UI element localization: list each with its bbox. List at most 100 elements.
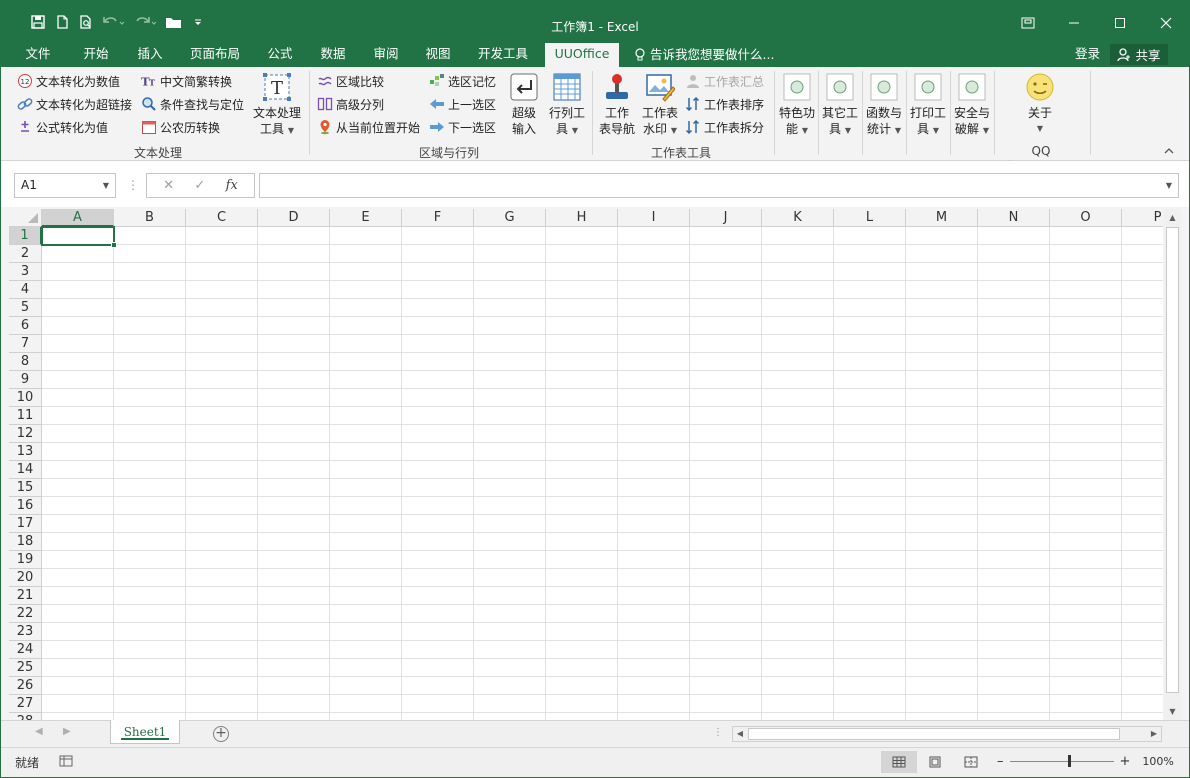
tab-view[interactable]: 视图 [415,43,461,67]
select-all-button[interactable] [9,209,42,227]
collapse-ribbon-icon[interactable] [1163,145,1175,157]
row-header-6[interactable]: 6 [9,317,42,335]
next-sheet-icon[interactable]: ▶ [63,726,71,737]
special-features-button[interactable]: 特色功 能 ▼ [777,71,817,139]
about-button[interactable]: 关于 ▼ [1019,71,1061,137]
print-tools-button[interactable]: 打印工 具 ▼ [908,71,948,139]
add-sheet-icon[interactable]: + [213,726,229,742]
formula-input[interactable]: ▼ [259,173,1179,198]
horizontal-scrollbar[interactable]: ◀ ▶ [732,726,1162,742]
tab-split-grip-icon[interactable]: ⋮ [713,727,723,738]
range-compare-button[interactable]: 区域比较 [317,71,384,91]
name-box-dropdown-icon[interactable]: ▼ [103,174,109,197]
row-header-15[interactable]: 15 [9,479,42,497]
zoom-in-icon[interactable]: + [1120,754,1131,769]
column-header-i[interactable]: I [618,209,690,227]
zoom-out-icon[interactable]: – [997,754,1004,769]
login-link[interactable]: 登录 [1075,43,1100,65]
other-tools-button[interactable]: 其它工 具 ▼ [820,71,860,139]
tab-uuoffice[interactable]: UUOffice [545,43,619,67]
tab-insert[interactable]: 插入 [127,43,173,67]
horizontal-scroll-thumb[interactable] [748,728,1120,740]
conditional-find-button[interactable]: 条件查找与定位 [141,94,244,114]
scroll-down-icon[interactable]: ▼ [1164,703,1181,720]
column-header-b[interactable]: B [114,209,186,227]
column-header-c[interactable]: C [186,209,258,227]
row-header-10[interactable]: 10 [9,389,42,407]
cell-area[interactable] [42,227,1163,720]
share-button[interactable]: 共享 [1110,44,1168,65]
tab-developer[interactable]: 开发工具 [471,43,535,67]
row-header-4[interactable]: 4 [9,281,42,299]
zoom-slider-knob[interactable] [1067,754,1071,767]
row-header-25[interactable]: 25 [9,659,42,677]
formula-to-value-button[interactable]: 公式转化为值 [17,117,108,137]
row-header-23[interactable]: 23 [9,623,42,641]
vertical-scroll-thumb[interactable] [1166,227,1179,693]
row-header-17[interactable]: 17 [9,515,42,533]
name-box[interactable]: A1 ▼ [14,173,116,198]
row-header-2[interactable]: 2 [9,245,42,263]
tell-me-search[interactable]: 告诉我您想要做什么... [634,43,774,67]
expand-formula-bar-icon[interactable]: ▼ [1166,181,1172,190]
vertical-scrollbar[interactable]: ▲ ▼ [1164,209,1181,720]
row-column-tools-button[interactable]: 行列工 具 ▼ [546,71,588,139]
tab-page-layout[interactable]: 页面布局 [183,43,247,67]
column-header-n[interactable]: N [978,209,1050,227]
start-from-current-button[interactable]: 从当前位置开始 [317,117,420,137]
row-header-13[interactable]: 13 [9,443,42,461]
selection-memory-button[interactable]: 选区记忆 [429,71,496,91]
page-layout-view-icon[interactable] [917,751,953,773]
previous-selection-button[interactable]: 上一选区 [429,94,496,114]
text-to-number-button[interactable]: 12 文本转化为数值 [17,71,120,91]
tab-formulas[interactable]: 公式 [257,43,303,67]
row-header-24[interactable]: 24 [9,641,42,659]
sheet-navigator-button[interactable]: 工作 表导航 [597,71,637,137]
security-crack-button[interactable]: 安全与 破解 ▼ [952,71,992,139]
row-header-18[interactable]: 18 [9,533,42,551]
tab-data[interactable]: 数据 [310,43,356,67]
row-header-16[interactable]: 16 [9,497,42,515]
page-break-view-icon[interactable] [953,751,989,773]
ribbon-display-options-icon[interactable] [1005,9,1051,37]
column-header-o[interactable]: O [1050,209,1122,227]
insert-function-icon[interactable]: fx [226,178,238,193]
sheet-watermark-button[interactable]: 工作表 水印 ▼ [638,71,682,139]
column-header-p[interactable]: P [1122,209,1163,227]
advanced-split-button[interactable]: 高级分列 [317,94,384,114]
column-header-g[interactable]: G [474,209,546,227]
row-header-3[interactable]: 3 [9,263,42,281]
row-header-28[interactable]: 28 [9,713,42,720]
macro-record-icon[interactable] [59,755,73,767]
cancel-icon[interactable]: ✕ [163,178,174,193]
normal-view-icon[interactable] [881,751,917,773]
row-header-20[interactable]: 20 [9,569,42,587]
row-header-5[interactable]: 5 [9,299,42,317]
column-header-h[interactable]: H [546,209,618,227]
column-header-k[interactable]: K [762,209,834,227]
tab-review[interactable]: 审阅 [363,43,409,67]
chinese-convert-button[interactable]: TT 中文简繁转换 [141,71,232,91]
sheet-sort-button[interactable]: 工作表排序 [685,94,764,114]
row-header-19[interactable]: 19 [9,551,42,569]
column-header-a[interactable]: A [42,209,114,227]
sheet-split-button[interactable]: 工作表拆分 [685,117,764,137]
column-header-f[interactable]: F [402,209,474,227]
text-tools-button[interactable]: T 文本处理 工具 ▼ [251,71,303,139]
sheet-summary-button[interactable]: 工作表汇总 [685,71,764,91]
row-header-21[interactable]: 21 [9,587,42,605]
functions-stats-button[interactable]: 函数与 统计 ▼ [864,71,904,139]
confirm-icon[interactable]: ✓ [194,178,205,193]
sheet-tab-sheet1[interactable]: Sheet1 [110,720,180,744]
super-input-button[interactable]: 超级 输入 [506,71,542,137]
scroll-right-icon[interactable]: ▶ [1147,727,1161,741]
prev-sheet-icon[interactable]: ◀ [35,726,43,737]
row-header-1[interactable]: 1 [9,227,42,245]
row-header-9[interactable]: 9 [9,371,42,389]
column-header-d[interactable]: D [258,209,330,227]
row-header-27[interactable]: 27 [9,695,42,713]
formula-bar-grip-icon[interactable]: ⋮ [127,178,139,192]
close-icon[interactable] [1143,9,1189,37]
tab-file[interactable]: 文件 [15,43,61,67]
column-header-j[interactable]: J [690,209,762,227]
